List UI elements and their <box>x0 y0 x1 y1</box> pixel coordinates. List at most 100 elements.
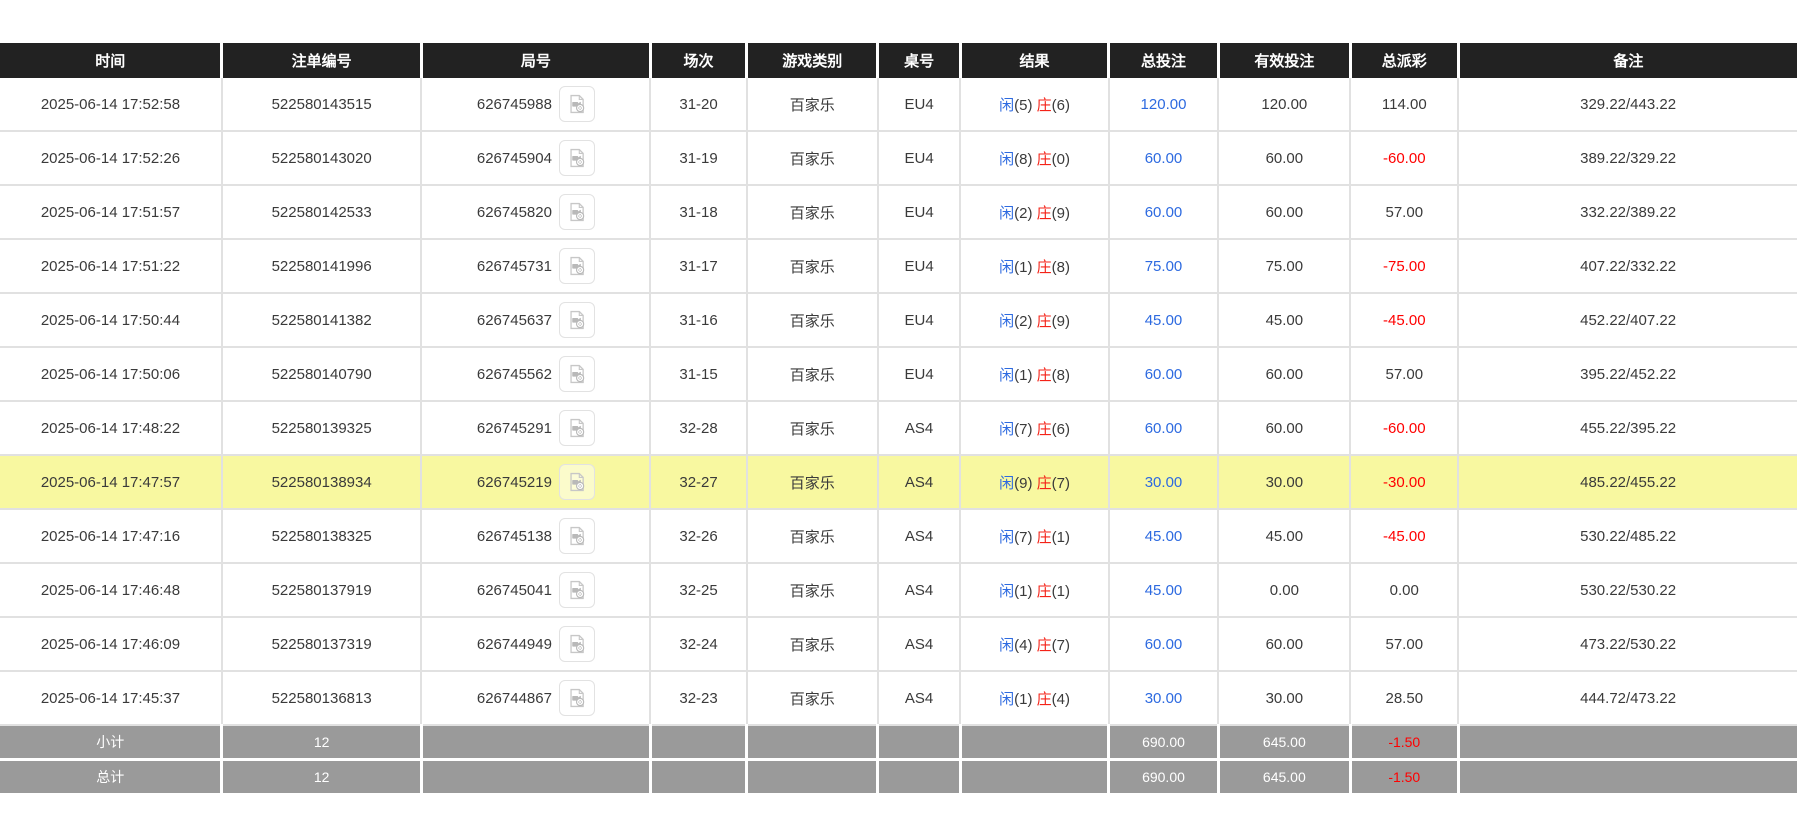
round-number-text: 626744867 <box>477 690 552 707</box>
player-points: (1) <box>1014 583 1037 600</box>
video-replay-button[interactable] <box>559 356 595 392</box>
cell-table-number: AS4 <box>878 617 961 671</box>
player-label: 闲 <box>999 151 1014 168</box>
video-file-icon <box>566 417 588 439</box>
footer-empty-remark <box>1458 725 1797 760</box>
banker-label: 庄 <box>1037 637 1052 654</box>
video-replay-button[interactable] <box>559 302 595 338</box>
total-bet-link[interactable]: 75.00 <box>1145 258 1183 275</box>
player-points: (7) <box>1014 529 1037 546</box>
column-header-result: 结果 <box>960 43 1108 78</box>
footer-empty-round <box>421 760 650 795</box>
video-replay-button[interactable] <box>559 140 595 176</box>
video-replay-button[interactable] <box>559 572 595 608</box>
total-bet-link[interactable]: 30.00 <box>1145 690 1183 707</box>
cell-result: 闲(1) 庄(8) <box>960 239 1108 293</box>
footer-empty-result <box>960 760 1108 795</box>
cell-round-number: 626745291 <box>421 401 650 455</box>
cell-session: 32-26 <box>650 509 746 563</box>
cell-bet-number: 522580139325 <box>222 401 421 455</box>
cell-total-bet: 60.00 <box>1109 185 1219 239</box>
cell-valid-bet: 30.00 <box>1218 671 1350 725</box>
video-replay-button[interactable] <box>559 410 595 446</box>
cell-valid-bet: 0.00 <box>1218 563 1350 617</box>
video-replay-button[interactable] <box>559 626 595 662</box>
cell-payout: -45.00 <box>1350 293 1458 347</box>
player-points: (2) <box>1014 205 1037 222</box>
footer-valid-bet: 645.00 <box>1218 725 1350 760</box>
round-number-group: 626745041 <box>426 572 645 608</box>
cell-time: 2025-06-14 17:48:22 <box>0 401 222 455</box>
video-replay-button[interactable] <box>559 248 595 284</box>
total-bet-link[interactable]: 60.00 <box>1145 420 1183 437</box>
cell-total-bet: 75.00 <box>1109 239 1219 293</box>
banker-label: 庄 <box>1037 691 1052 708</box>
cell-remark: 407.22/332.22 <box>1458 239 1797 293</box>
cell-total-bet: 120.00 <box>1109 78 1219 131</box>
cell-round-number: 626745904 <box>421 131 650 185</box>
cell-round-number: 626745988 <box>421 78 650 131</box>
video-replay-button[interactable] <box>559 680 595 716</box>
cell-bet-number: 522580143515 <box>222 78 421 131</box>
video-replay-button[interactable] <box>559 86 595 122</box>
player-points: (5) <box>1014 97 1037 114</box>
total-bet-link[interactable]: 45.00 <box>1145 582 1183 599</box>
column-header-valid_bet: 有效投注 <box>1218 43 1350 78</box>
total-bet-link[interactable]: 60.00 <box>1145 150 1183 167</box>
video-file-icon <box>566 147 588 169</box>
total-bet-link[interactable]: 60.00 <box>1145 366 1183 383</box>
cell-table-number: AS4 <box>878 671 961 725</box>
cell-payout: 0.00 <box>1350 563 1458 617</box>
banker-label: 庄 <box>1037 313 1052 330</box>
total-bet-link[interactable]: 45.00 <box>1145 528 1183 545</box>
cell-payout: 57.00 <box>1350 347 1458 401</box>
cell-valid-bet: 60.00 <box>1218 131 1350 185</box>
cell-time: 2025-06-14 17:46:48 <box>0 563 222 617</box>
cell-valid-bet: 120.00 <box>1218 78 1350 131</box>
total-bet-link[interactable]: 120.00 <box>1141 96 1187 113</box>
player-label: 闲 <box>999 421 1014 438</box>
video-replay-button[interactable] <box>559 518 595 554</box>
banker-label: 庄 <box>1037 475 1052 492</box>
banker-label: 庄 <box>1037 583 1052 600</box>
round-number-group: 626745731 <box>426 248 645 284</box>
player-label: 闲 <box>999 529 1014 546</box>
footer-empty-table <box>878 725 961 760</box>
cell-remark: 485.22/455.22 <box>1458 455 1797 509</box>
cell-game-type: 百家乐 <box>747 347 878 401</box>
total-bet-link[interactable]: 45.00 <box>1145 312 1183 329</box>
total-bet-link[interactable]: 60.00 <box>1145 636 1183 653</box>
cell-payout: -30.00 <box>1350 455 1458 509</box>
footer-empty-result <box>960 725 1108 760</box>
round-number-group: 626745988 <box>426 86 645 122</box>
cell-round-number: 626745138 <box>421 509 650 563</box>
video-replay-button[interactable] <box>559 194 595 230</box>
cell-remark: 389.22/329.22 <box>1458 131 1797 185</box>
cell-result: 闲(1) 庄(4) <box>960 671 1108 725</box>
footer-label: 小计 <box>0 725 222 760</box>
total-bet-link[interactable]: 30.00 <box>1145 474 1183 491</box>
video-replay-button[interactable] <box>559 464 595 500</box>
cell-bet-number: 522580141996 <box>222 239 421 293</box>
video-file-icon <box>566 579 588 601</box>
table-row: 2025-06-14 17:48:22522580139325626745291… <box>0 401 1797 455</box>
round-number-group: 626745904 <box>426 140 645 176</box>
cell-game-type: 百家乐 <box>747 293 878 347</box>
table-row: 2025-06-14 17:52:58522580143515626745988… <box>0 78 1797 131</box>
banker-points: (1) <box>1052 529 1070 546</box>
column-header-game: 游戏类别 <box>747 43 878 78</box>
cell-table-number: EU4 <box>878 131 961 185</box>
cell-remark: 332.22/389.22 <box>1458 185 1797 239</box>
cell-table-number: AS4 <box>878 563 961 617</box>
banker-points: (1) <box>1052 583 1070 600</box>
player-label: 闲 <box>999 475 1014 492</box>
bet-records-table: 时间注单编号局号场次游戏类别桌号结果总投注有效投注总派彩备注 2025-06-1… <box>0 43 1797 796</box>
cell-round-number: 626745562 <box>421 347 650 401</box>
cell-round-number: 626745820 <box>421 185 650 239</box>
cell-game-type: 百家乐 <box>747 563 878 617</box>
banker-label: 庄 <box>1037 421 1052 438</box>
table-row: 2025-06-14 17:46:09522580137319626744949… <box>0 617 1797 671</box>
total-bet-link[interactable]: 60.00 <box>1145 204 1183 221</box>
cell-game-type: 百家乐 <box>747 509 878 563</box>
footer-empty-session <box>650 760 746 795</box>
